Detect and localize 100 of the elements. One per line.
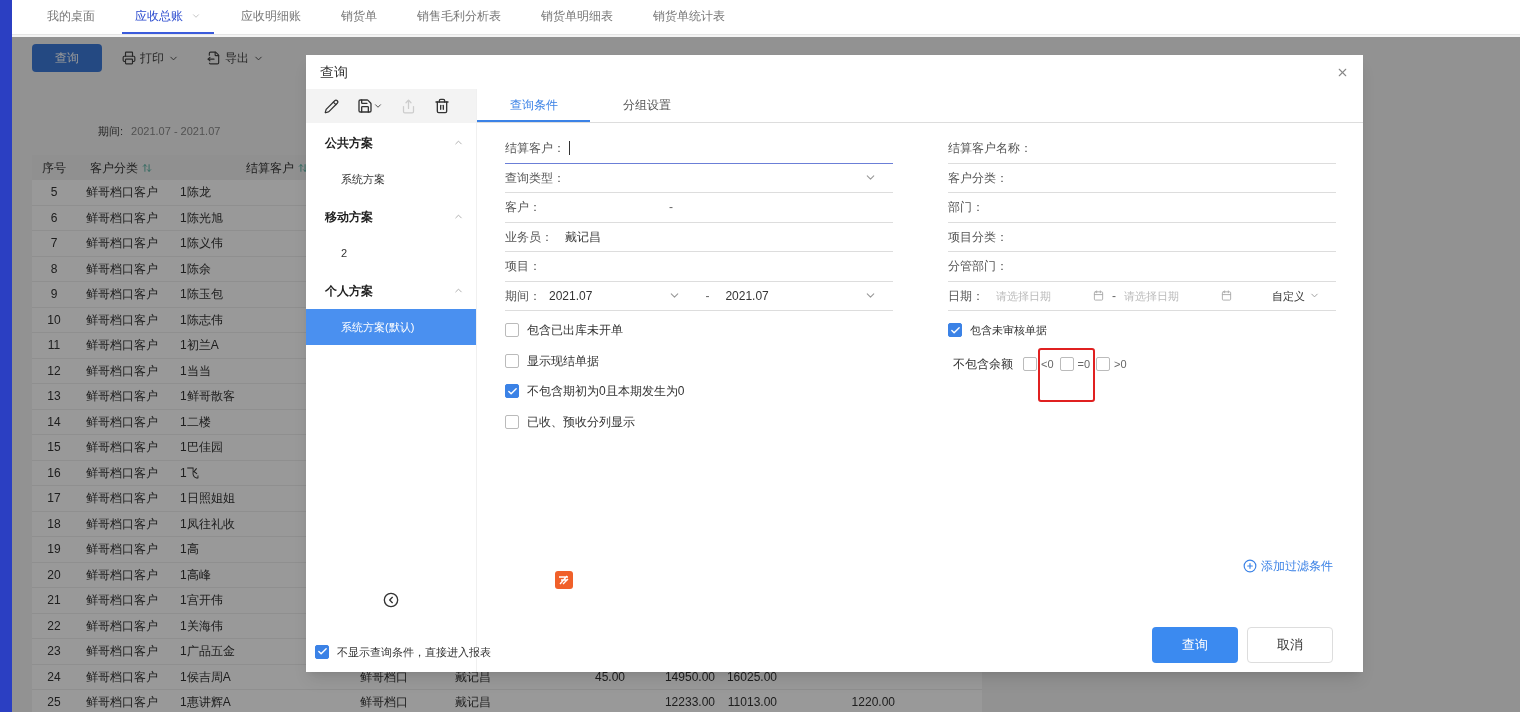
table-cell: 1侯吉周A	[180, 669, 231, 684]
checkbox[interactable]	[1023, 357, 1037, 371]
form-field[interactable]: 期间： 2021.07 - 2021.07	[505, 281, 893, 311]
field-label: 项目分类：	[948, 228, 1008, 246]
form-field[interactable]: 分管部门：	[948, 252, 1336, 282]
checkbox[interactable]	[1096, 357, 1111, 371]
form-field[interactable]: 项目分类：	[948, 222, 1336, 252]
table-cell: 1宫开伟	[180, 593, 223, 608]
calendar-icon[interactable]	[1221, 290, 1232, 302]
field-label: 客户分类：	[948, 169, 1008, 187]
table-cell-text: 20	[47, 566, 61, 584]
checkbox-label: 包含已出库未开单	[527, 322, 623, 339]
checkbox[interactable]	[505, 384, 519, 398]
field-label: 查询类型：	[505, 169, 565, 187]
field-label: 分管部门：	[948, 258, 1008, 276]
page-tab[interactable]: 销货单统计表	[640, 0, 738, 34]
dialog-title: 查询	[320, 62, 348, 82]
checkbox[interactable]	[505, 414, 519, 429]
table-cell-text: 12233.00	[664, 694, 715, 712]
range-separator: -	[669, 199, 673, 217]
cancel-button[interactable]: 取消	[1247, 627, 1333, 663]
checkbox[interactable]	[505, 323, 519, 337]
table-cell: 鲜哥档口	[360, 669, 408, 684]
page-tab[interactable]: 销售毛利分析表	[404, 0, 514, 34]
table-cell: 鲜哥档口客户	[86, 465, 158, 480]
form-field[interactable]: 日期： 请选择日期 - 请选择日期 自定义	[948, 281, 1336, 311]
scheme-item[interactable]: 2	[306, 235, 476, 271]
printer-icon[interactable]	[122, 51, 136, 65]
field-value: 戴记昌	[565, 228, 601, 246]
table-cell-text: 14	[47, 413, 61, 431]
add-filter-link[interactable]: 添加过滤条件	[1243, 557, 1333, 575]
form-field[interactable]: 查询类型：	[505, 163, 893, 193]
table-cell: 鲜哥档口客户	[86, 261, 158, 276]
page-tab[interactable]: 销货单明细表	[528, 0, 626, 34]
table-cell-text: 6	[50, 209, 58, 227]
checkbox[interactable]	[315, 644, 329, 659]
table-cell: 戴记昌	[455, 695, 491, 710]
checkbox-label: 不显示查询条件，直接进入报表	[337, 644, 491, 660]
scheme-group-header[interactable]: 公共方案	[306, 124, 476, 161]
checkbox[interactable]	[948, 323, 962, 337]
collapse-icon[interactable]	[383, 591, 399, 608]
checkbox[interactable]	[1059, 357, 1074, 371]
scheme-group-header[interactable]: 移动方案	[306, 198, 476, 235]
table-cell: 鲜哥档口客户	[86, 338, 158, 353]
checkbox-label: 包含未审核单据	[970, 322, 1047, 338]
table-cell-text: 7	[50, 235, 58, 253]
table-cell-text: 13	[47, 388, 61, 406]
table-cell: 鲜哥档口客户	[86, 363, 158, 378]
table-cell-text: 19	[47, 541, 61, 559]
date-mode-select[interactable]: 自定义	[1272, 287, 1320, 304]
table-cell: 鲜哥档口客户	[86, 695, 158, 710]
table-cell: 1日照姐姐	[180, 491, 235, 506]
table-cell: 鲜哥档口客户	[86, 236, 158, 251]
table-cell-text: 21	[47, 592, 61, 610]
field-label: 部门：	[948, 199, 984, 217]
range-separator: -	[1112, 287, 1116, 305]
table-cell: 鲜哥档口客户	[86, 491, 158, 506]
edit-icon[interactable]	[324, 98, 339, 114]
save-icon[interactable]	[357, 98, 373, 114]
chevron-down-icon[interactable]	[373, 101, 383, 111]
field-label: 结算客户名称：	[948, 140, 1032, 158]
page-tab[interactable]: 我的桌面	[34, 0, 108, 34]
period-value: 2021.07 - 2021.07	[131, 123, 221, 139]
form-field[interactable]: 结算客户：	[505, 134, 893, 164]
form-field[interactable]: 客户： -	[505, 193, 893, 223]
page-tab[interactable]: 应收明细账	[228, 0, 314, 34]
export-icon[interactable]	[207, 51, 221, 65]
table-cell-text: 5	[50, 184, 58, 202]
dialog-tab[interactable]: 分组设置	[590, 89, 703, 122]
toolbar-button[interactable]: 打印	[114, 44, 187, 72]
plus-circle-icon[interactable]	[1243, 559, 1257, 573]
column-header[interactable]: 序号	[32, 158, 76, 177]
app-logo-icon	[555, 571, 573, 589]
table-cell: 鲜哥档口客户	[86, 567, 158, 582]
form-field[interactable]: 项目：	[505, 252, 893, 282]
form-field[interactable]: 业务员： 戴记昌	[505, 222, 893, 252]
table-cell-text: 10	[47, 311, 61, 329]
scheme-group-header[interactable]: 个人方案	[306, 272, 476, 309]
column-header[interactable]: 客户分类	[76, 158, 206, 177]
form-field[interactable]: 部门：	[948, 193, 1336, 223]
table-cell-text: 11	[47, 337, 61, 355]
table-cell-text: 14950.00	[664, 668, 715, 686]
form-field[interactable]: 客户分类：	[948, 163, 1336, 193]
option-label: =0	[1077, 356, 1091, 372]
calendar-icon[interactable]	[1093, 290, 1104, 302]
page-tab[interactable]: 销货单	[328, 0, 390, 34]
table-cell-text: 45.00	[594, 668, 625, 686]
toolbar-button[interactable]: 导出	[199, 44, 272, 72]
form-field[interactable]: 结算客户名称：	[948, 134, 1336, 164]
delete-icon[interactable]	[434, 98, 450, 114]
period-to: 2021.07	[725, 287, 769, 305]
table-cell: 1高峰	[180, 567, 211, 582]
dialog-tab[interactable]: 查询条件	[477, 89, 590, 122]
checkbox[interactable]	[505, 353, 519, 368]
sort-icon[interactable]	[298, 162, 308, 173]
table-cell-text: 17	[47, 490, 61, 508]
table-cell-text: 11013.00	[727, 694, 777, 712]
table-cell: 1陈玉包	[180, 287, 223, 302]
balance-label: 不包含余额	[953, 356, 1013, 373]
checkbox-label: 已收、预收分列显示	[527, 413, 635, 431]
